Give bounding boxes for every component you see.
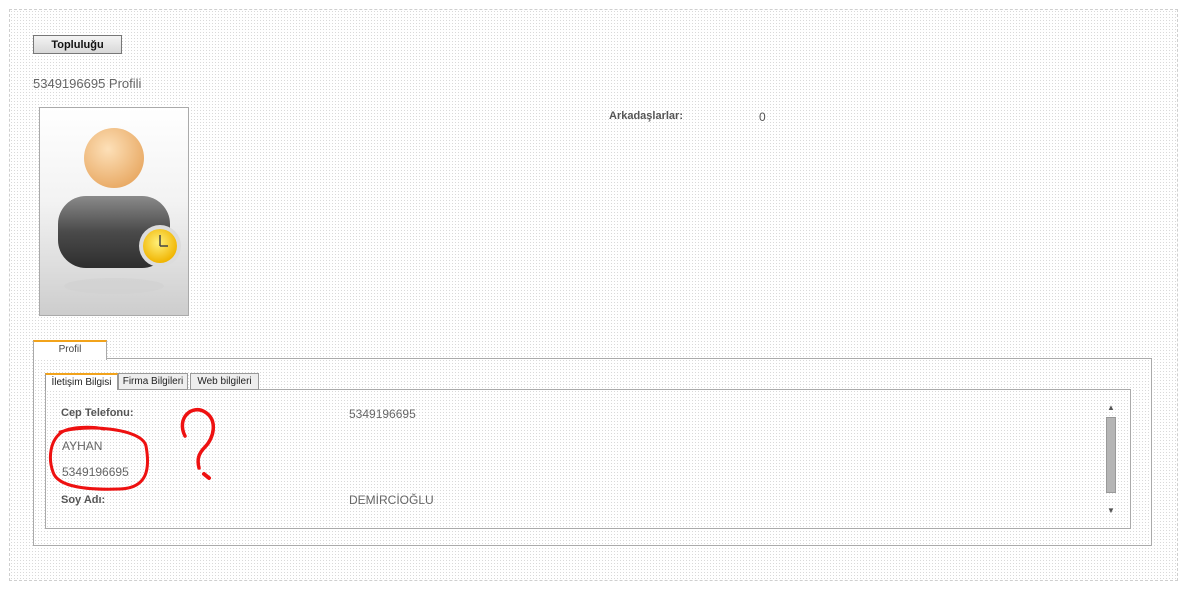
phone-value-repeat: 5349196695 bbox=[62, 465, 129, 479]
surname-label: Soy Adı: bbox=[61, 494, 106, 506]
friends-count: 0 bbox=[759, 110, 766, 124]
scrollbar[interactable]: ▲ ▼ bbox=[1104, 402, 1118, 517]
tab-iletisim-bilgisi[interactable]: İletişim Bilgisi bbox=[45, 373, 118, 390]
avatar bbox=[39, 107, 189, 316]
surname-value: DEMİRCİOĞLU bbox=[349, 493, 434, 507]
phone-label: Cep Telefonu: bbox=[61, 407, 134, 419]
tab-profil[interactable]: Profil bbox=[33, 340, 107, 360]
friends-label: Arkadaşlarlar: bbox=[609, 110, 683, 122]
profile-title: 5349196695 Profili bbox=[33, 76, 142, 91]
user-clock-icon bbox=[58, 128, 181, 294]
tab-firma-bilgileri[interactable]: Firma Bilgileri bbox=[118, 373, 188, 390]
tab-web-bilgileri[interactable]: Web bilgileri bbox=[190, 373, 259, 390]
first-name-value: AYHAN bbox=[62, 439, 103, 453]
scroll-up-arrow-icon[interactable]: ▲ bbox=[1104, 402, 1118, 414]
scroll-down-arrow-icon[interactable]: ▼ bbox=[1104, 505, 1118, 517]
scroll-thumb[interactable] bbox=[1106, 417, 1116, 493]
contact-info-box bbox=[45, 389, 1131, 529]
community-button[interactable]: Topluluğu bbox=[33, 35, 122, 54]
phone-value: 5349196695 bbox=[349, 407, 416, 421]
